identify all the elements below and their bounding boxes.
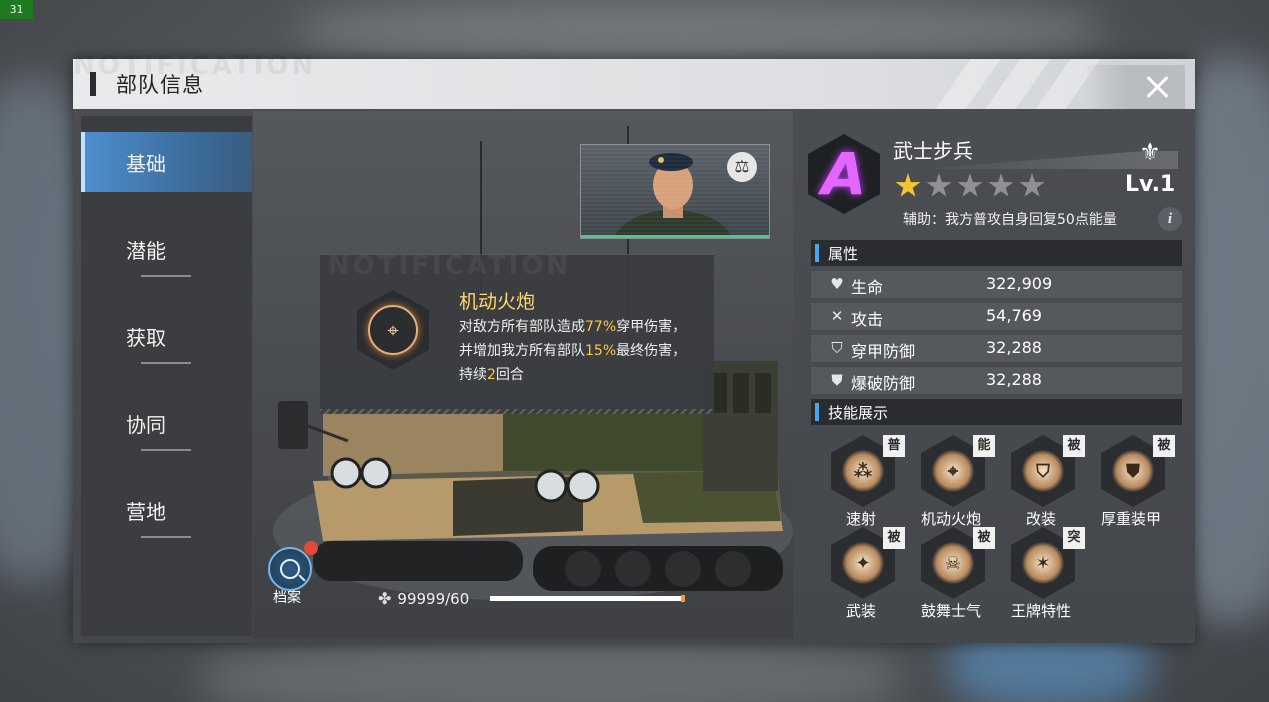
exp-text: 99999/60 [397,589,470,608]
shield-pierce-icon: ⛉ [831,339,843,357]
skill-label: 改装 [1025,510,1056,528]
star-empty-icon [926,173,952,197]
skill-tag: 被 [883,527,905,549]
nav-item-label: 获取 [126,326,166,350]
stat-label: 生命 [851,278,884,297]
balance-icon[interactable]: ⚖ [727,152,757,182]
stat-label: 爆破防御 [851,374,916,393]
skill-tag: 被 [1153,435,1175,457]
skill-label: 机动火炮 [920,510,981,528]
attributes-header-label: 属性 [828,245,859,263]
window-title: 部队信息 [116,73,204,97]
stat-row-attack: ✕ 攻击 54,769 [811,303,1182,330]
magnifier-icon [280,559,300,579]
nav-item-obtain[interactable]: 获取 [81,306,252,366]
skill-modify[interactable]: ⛉ 被 改装 [995,435,1087,531]
nav-item-synergy[interactable]: 协同 [81,393,252,453]
star-empty-icon [957,173,983,197]
nav-item-label: 潜能 [126,239,166,263]
skills-header: 技能展示 [811,399,1182,425]
commander-portrait: ⚖ [580,144,770,239]
skill-label: 厚重装甲 [1100,510,1161,528]
fps-counter: 31 [0,0,33,19]
skill-tag: 普 [883,435,905,457]
skill-armed[interactable]: ✦ 被 武装 [815,527,907,623]
heart-icon: ♥ [830,275,844,293]
skill-label: 武装 [845,602,876,620]
tooltip-watermark: NOTIFICATION [328,251,572,281]
skill-morale[interactable]: ☠ 被 鼓舞士气 [905,527,997,623]
mobile-artillery-icon: ⌖ [357,290,429,370]
skill-label: 速射 [845,510,876,528]
skill-tag: 被 [1063,435,1085,457]
nav-item-potential[interactable]: 潜能 [81,219,252,279]
skill-heavy-armor[interactable]: ⛊ 被 厚重装甲 [1085,435,1177,531]
stat-value: 54,769 [986,306,1042,325]
rank-badge: A [808,134,880,214]
unit-type-icon: ⚜ [1139,138,1161,166]
exp-row: ✤ 99999/60 [378,589,469,608]
skill-tag: 被 [973,527,995,549]
nav-item-label: 营地 [126,500,166,524]
tooltip-skill-name: 机动火炮 [459,291,536,313]
star-empty-icon [988,173,1014,197]
nav-item-label: 协同 [126,413,166,437]
skill-mobile-artillery[interactable]: ⌖ 能 机动火炮 [905,435,997,531]
unit-level: Lv.1 [1125,172,1176,197]
stat-label: 攻击 [851,310,884,329]
title-mark [90,72,96,96]
unit-info-panel: NOTIFICATION 部队信息 基础 潜能 获取 协同 营地 ⚖ NOTIF… [73,51,1195,643]
unit-name: 武士步兵 [893,139,973,163]
rank-letter: A [821,140,867,208]
stat-value: 32,288 [986,338,1042,357]
notification-dot [304,541,318,555]
archive-label: 档案 [273,590,301,606]
title-bar: NOTIFICATION 部队信息 [73,51,1195,109]
archive-zoom-button[interactable] [268,541,318,591]
star-empty-icon [1019,173,1045,197]
stat-label: 穿甲防御 [851,342,916,361]
nav-item-basic[interactable]: 基础 [81,132,252,192]
skill-rapid-fire[interactable]: ⁂ 普 速射 [815,435,907,531]
stat-value: 322,909 [986,274,1053,293]
skills-header-label: 技能展示 [828,404,889,422]
side-nav: 基础 潜能 获取 协同 营地 [81,116,252,636]
skill-tooltip: NOTIFICATION ⌖ 机动火炮 对敌方所有部队造成77%穿甲伤害，并增加… [320,251,714,414]
stat-row-hp: ♥ 生命 322,909 [811,271,1182,298]
attributes-header: 属性 [811,240,1182,266]
skill-tag: 能 [973,435,995,457]
skill-ace-trait[interactable]: ✶ 突 王牌特性 [995,527,1087,623]
skill-tag: 突 [1063,527,1085,549]
stat-value: 32,288 [986,370,1042,389]
exp-progress-fill [490,596,683,601]
assist-description: 辅助：我方普攻自身回复50点能量 [903,212,1117,228]
nav-item-camp[interactable]: 营地 [81,480,252,540]
stat-row-pierce-def: ⛉ 穿甲防御 32,288 [811,335,1182,362]
close-button[interactable] [1085,65,1185,109]
star-rating [895,173,1045,199]
puzzle-piece-icon: ✤ [378,589,392,608]
star-filled-icon [895,173,921,197]
skill-label: 王牌特性 [1010,602,1071,620]
stat-row-blast-def: ⛊ 爆破防御 32,288 [811,367,1182,394]
skill-label: 鼓舞士气 [920,602,981,620]
info-icon[interactable]: i [1158,207,1182,231]
shield-blast-icon: ⛊ [831,371,843,389]
nav-item-label: 基础 [126,152,166,176]
exp-progress-bar [490,595,685,602]
attack-icon: ✕ [830,307,844,325]
close-icon [1145,75,1169,99]
tooltip-skill-description: 对敌方所有部队造成77%穿甲伤害，并增加我方所有部队15%最终伤害，持续2回合 [459,319,687,383]
